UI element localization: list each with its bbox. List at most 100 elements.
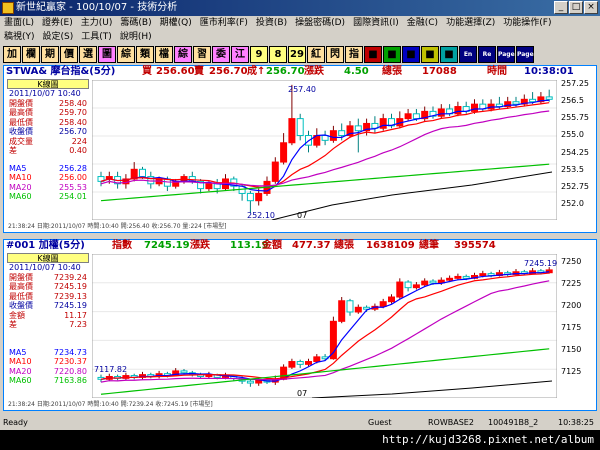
toolbar-button-2[interactable]: 期 <box>41 45 59 63</box>
candle-body <box>412 284 420 289</box>
toolbar-button-17[interactable]: 閃 <box>326 45 344 63</box>
menu-item-8[interactable]: 國際資訊(I) <box>349 16 403 30</box>
amount-label: 金額 <box>262 240 282 251</box>
toolbar-button-21[interactable]: ■ <box>402 45 420 63</box>
candlestick-chart[interactable]: 257.40 252.10 07 <box>92 80 557 220</box>
app-icon <box>2 2 14 14</box>
toolbar-button-6[interactable]: 綜 <box>117 45 135 63</box>
menu-item-6[interactable]: 投資(B) <box>252 16 291 30</box>
toolbar-button-1[interactable]: 欄 <box>22 45 40 63</box>
candle-body <box>338 300 346 322</box>
status-text: Ready <box>3 418 28 427</box>
minimize-button[interactable]: _ <box>554 1 568 14</box>
candle-body <box>404 113 412 120</box>
y-tick-label: 7225 <box>561 279 582 288</box>
buy-price: 256.60 <box>156 66 195 77</box>
menu2-item-0[interactable]: 稿視(Y) <box>0 30 39 44</box>
y-tick-label: 7150 <box>561 345 582 354</box>
toolbar-button-5[interactable]: 圖 <box>98 45 116 63</box>
toolbar-button-12[interactable]: 江 <box>231 45 249 63</box>
candle-body <box>529 98 537 103</box>
candle-body <box>437 108 445 117</box>
toolbar-button-16[interactable]: 紅 <box>307 45 325 63</box>
low-label: 252.10 <box>247 211 275 220</box>
ma-row: MA10 7230.37 <box>9 357 87 366</box>
menu-item-2[interactable]: 主力(U) <box>77 16 117 30</box>
y-tick-label: 7175 <box>561 323 582 332</box>
menu-item-4[interactable]: 期權(Q) <box>156 16 196 30</box>
toolbar-button-23[interactable]: ■ <box>440 45 458 63</box>
toolbar-button-19[interactable]: ■ <box>364 45 382 63</box>
volume-label: 總張 <box>382 66 402 77</box>
chart-panel-index[interactable]: #001 加權(5分) 指數 7245.19 漲跌 113.19 金額 477.… <box>3 239 597 411</box>
ma-row: MA5 256.28 <box>9 163 87 173</box>
menu-item-9[interactable]: 金融(C) <box>403 16 442 30</box>
toolbar-button-3[interactable]: 價 <box>60 45 78 63</box>
toolbar-button-24[interactable]: En <box>459 45 477 63</box>
toolbar-button-10[interactable]: 習 <box>193 45 211 63</box>
change-label: 漲跌 <box>304 66 324 77</box>
toolbar-button-20[interactable]: ■ <box>383 45 401 63</box>
x-tick-label: 07 <box>297 389 307 398</box>
candle-body <box>246 192 254 202</box>
y-tick-label: 252.75 <box>561 181 589 191</box>
app-window: 新世紀贏家 - 100/10/07 - 技術分析 _ □ × 畫面(L) 證券(E… <box>0 0 600 450</box>
menu-item-11[interactable]: 功能操作(F) <box>499 16 555 30</box>
candle-body <box>288 118 296 144</box>
ma-row: MA5 7234.73 <box>9 347 87 357</box>
close-button[interactable]: × <box>584 1 598 14</box>
candle-body <box>255 379 263 384</box>
ohlc-row: 最高價 7245.19 <box>9 282 87 291</box>
menu2-item-3[interactable]: 說明(H) <box>116 30 156 44</box>
candle-body <box>412 113 420 120</box>
toolbar-button-22[interactable]: ■ <box>421 45 439 63</box>
y-tick-label: 257.25 <box>561 79 589 88</box>
toolbar-button-26[interactable]: Page <box>497 45 515 63</box>
toolbar-button-14[interactable]: 8 <box>269 45 287 63</box>
candle-body <box>255 192 263 202</box>
candle-body <box>454 106 462 115</box>
ohlc-row: 最低價 7239.13 <box>9 291 87 301</box>
menu-item-5[interactable]: 匯市利率(F) <box>196 16 252 30</box>
ma-line <box>100 280 550 383</box>
quote-header: STWA& 摩台指&(5分) 買 256.60 賣 256.70 成↑ 256.… <box>4 66 596 78</box>
toolbar-button-13[interactable]: 9 <box>250 45 268 63</box>
toolbar-button-11[interactable]: 委 <box>212 45 230 63</box>
candle-body <box>379 301 387 307</box>
menu2-item-1[interactable]: 設定(S) <box>39 30 78 44</box>
candle-body <box>313 356 321 363</box>
menu2-item-2[interactable]: 工具(T) <box>77 30 116 44</box>
toolbar-button-4[interactable]: 選 <box>79 45 97 63</box>
toolbar-button-27[interactable]: Page <box>516 45 534 63</box>
trend-line <box>271 171 553 220</box>
status-time: 10:38:25 <box>558 418 594 427</box>
x-tick-label: 07 <box>297 211 307 220</box>
ma-line <box>100 110 550 187</box>
toolbar-button-9[interactable]: 綜 <box>174 45 192 63</box>
toolbar-button-25[interactable]: Re <box>478 45 496 63</box>
info-date: 2011/10/07 10:40 <box>9 89 81 98</box>
toolbar-button-0[interactable]: 加 <box>3 45 21 63</box>
menu-item-10[interactable]: 功能選擇(Z) <box>442 16 499 30</box>
y-tick-label: 253.5 <box>561 164 584 174</box>
candle-body <box>305 361 312 365</box>
maximize-button[interactable]: □ <box>569 1 583 14</box>
candlestick-chart[interactable]: 7245.19 7117.82 07 <box>92 254 557 398</box>
y-tick-label: 256.5 <box>561 96 584 106</box>
menu-item-0[interactable]: 畫面(L) <box>0 16 38 30</box>
toolbar-button-15[interactable]: 29 <box>288 45 306 63</box>
menu-item-1[interactable]: 證券(E) <box>38 16 77 30</box>
window-title: 新世紀贏家 - 100/10/07 - 技術分析 <box>16 2 178 13</box>
toolbar-button-8[interactable]: 檔 <box>155 45 173 63</box>
chart-panel-futures[interactable]: STWA& 摩台指&(5分) 買 256.60 賣 256.70 成↑ 256.… <box>3 65 597 233</box>
menu-item-7[interactable]: 操盤密碼(D) <box>291 16 349 30</box>
candle-body <box>471 103 478 112</box>
ma-line <box>100 102 550 189</box>
toolbar-button-7[interactable]: 類 <box>136 45 154 63</box>
toolbar-button-18[interactable]: 指 <box>345 45 363 63</box>
candle-body <box>346 300 354 313</box>
time-value: 10:38:01 <box>524 66 574 77</box>
menu-item-3[interactable]: 籌碼(B) <box>116 16 155 30</box>
watermark: http://kujd3268.pixnet.net/album <box>0 430 600 450</box>
count-label: 總筆 <box>419 240 439 251</box>
